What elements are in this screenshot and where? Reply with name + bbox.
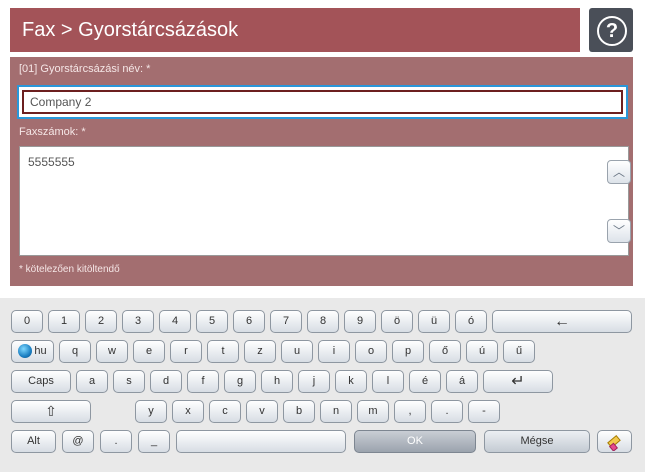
key-z[interactable]: z <box>244 340 276 363</box>
key-m[interactable]: m <box>357 400 389 423</box>
clear-button[interactable] <box>597 430 632 453</box>
key-0[interactable]: 0 <box>11 310 43 333</box>
on-screen-keyboard: 0 1 2 3 4 5 6 7 8 9 ö ü ó ← hu q w e r t… <box>0 298 645 472</box>
eraser-icon <box>606 435 621 452</box>
key-r[interactable]: r <box>170 340 202 363</box>
key-hyphen[interactable]: - <box>468 400 500 423</box>
chevron-up-icon: ︿ <box>612 165 625 179</box>
key-a[interactable]: a <box>76 370 108 393</box>
backspace-icon: ← <box>554 313 570 330</box>
key-l[interactable]: l <box>372 370 404 393</box>
key-k[interactable]: k <box>335 370 367 393</box>
at-key[interactable]: @ <box>62 430 94 453</box>
key-comma[interactable]: , <box>394 400 426 423</box>
key-h[interactable]: h <box>261 370 293 393</box>
globe-icon <box>18 344 33 359</box>
key-p[interactable]: p <box>392 340 424 363</box>
key-o[interactable]: o <box>355 340 387 363</box>
key-o-umlaut[interactable]: ö <box>381 310 413 333</box>
speed-dial-screen: Fax > Gyorstárcsázások ? [01] Gyorstárcs… <box>0 0 645 472</box>
page-title: Fax > Gyorstárcsázások <box>10 8 580 52</box>
ok-button[interactable]: OK <box>354 430 476 453</box>
dot-key[interactable]: . <box>100 430 132 453</box>
key-s[interactable]: s <box>113 370 145 393</box>
key-g[interactable]: g <box>224 370 256 393</box>
chevron-down-icon: ﹀ <box>612 224 625 238</box>
help-icon: ? <box>597 16 627 46</box>
key-period[interactable]: . <box>431 400 463 423</box>
scroll-up-button[interactable]: ︿ <box>607 160 631 184</box>
cancel-button[interactable]: Mégse <box>484 430 590 453</box>
key-b[interactable]: b <box>283 400 315 423</box>
key-6[interactable]: 6 <box>233 310 265 333</box>
underscore-key[interactable]: _ <box>138 430 170 453</box>
language-label: hu <box>34 345 47 357</box>
key-2[interactable]: 2 <box>85 310 117 333</box>
fax-label: Faxszámok: * <box>19 126 86 138</box>
key-7[interactable]: 7 <box>270 310 302 333</box>
key-i[interactable]: i <box>318 340 350 363</box>
name-input[interactable]: Company 2 <box>22 90 623 114</box>
key-1[interactable]: 1 <box>48 310 80 333</box>
key-t[interactable]: t <box>207 340 239 363</box>
key-9[interactable]: 9 <box>344 310 376 333</box>
language-key[interactable]: hu <box>11 340 54 363</box>
key-e-acute[interactable]: é <box>409 370 441 393</box>
key-n[interactable]: n <box>320 400 352 423</box>
key-a-acute[interactable]: á <box>446 370 478 393</box>
key-j[interactable]: j <box>298 370 330 393</box>
key-8[interactable]: 8 <box>307 310 339 333</box>
key-u-umlaut[interactable]: ü <box>418 310 450 333</box>
fax-numbers-list[interactable]: 5555555 ︿ ﹀ <box>19 146 631 256</box>
enter-key[interactable]: ↵ <box>483 370 553 393</box>
caps-key[interactable]: Caps <box>11 370 71 393</box>
fax-number[interactable]: 5555555 <box>28 155 75 169</box>
shift-icon: ⇧ <box>45 403 57 419</box>
key-f[interactable]: f <box>187 370 219 393</box>
header: Fax > Gyorstárcsázások ? <box>0 0 645 59</box>
key-o-double-acute[interactable]: ő <box>429 340 461 363</box>
backspace-key[interactable]: ← <box>492 310 632 333</box>
key-u-acute[interactable]: ú <box>466 340 498 363</box>
key-y[interactable]: y <box>135 400 167 423</box>
key-d[interactable]: d <box>150 370 182 393</box>
alt-key[interactable]: Alt <box>11 430 56 453</box>
form-panel: [01] Gyorstárcsázási név: * Company 2 Fa… <box>10 57 633 286</box>
key-o-acute[interactable]: ó <box>455 310 487 333</box>
name-label: [01] Gyorstárcsázási név: * <box>19 63 151 75</box>
key-u-double-acute[interactable]: ű <box>503 340 535 363</box>
key-4[interactable]: 4 <box>159 310 191 333</box>
key-x[interactable]: x <box>172 400 204 423</box>
name-field-focus-ring: Company 2 <box>17 85 628 119</box>
enter-icon: ↵ <box>511 373 525 390</box>
key-e[interactable]: e <box>133 340 165 363</box>
key-w[interactable]: w <box>96 340 128 363</box>
space-key[interactable] <box>176 430 346 453</box>
key-5[interactable]: 5 <box>196 310 228 333</box>
shift-key[interactable]: ⇧ <box>11 400 91 423</box>
key-3[interactable]: 3 <box>122 310 154 333</box>
key-q[interactable]: q <box>59 340 91 363</box>
key-u[interactable]: u <box>281 340 313 363</box>
key-v[interactable]: v <box>246 400 278 423</box>
help-button[interactable]: ? <box>589 8 633 52</box>
required-note: * kötelezően kitöltendő <box>19 264 120 275</box>
scroll-down-button[interactable]: ﹀ <box>607 219 631 243</box>
key-c[interactable]: c <box>209 400 241 423</box>
